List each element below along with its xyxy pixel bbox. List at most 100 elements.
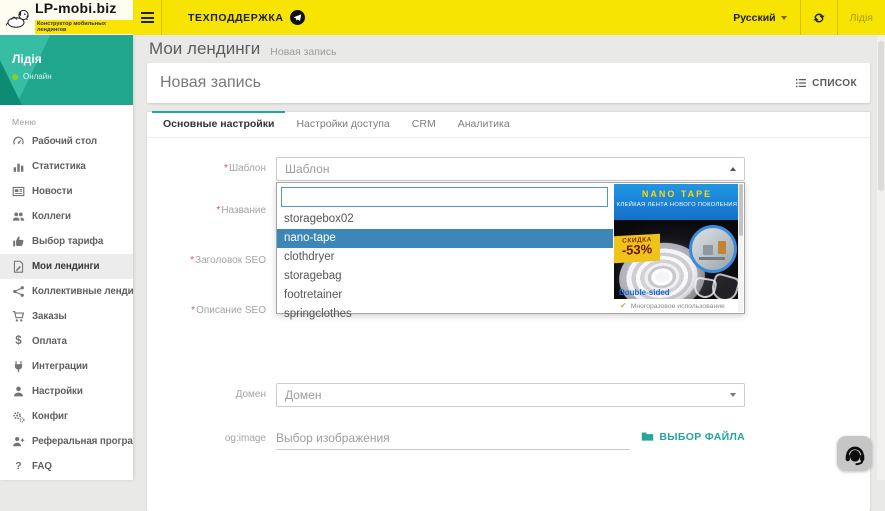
list-button[interactable]: СПИСОК: [795, 77, 857, 89]
sidebar-item-label: Рабочий стол: [32, 136, 97, 147]
sidebar-item-label: Реферальная программа: [32, 436, 133, 447]
template-dropdown: storagebox02nano-tapeclothdryerstorageba…: [276, 182, 745, 314]
cart-icon: [12, 310, 25, 323]
dropdown-option[interactable]: springclothes: [277, 305, 613, 324]
sidebar-item-интеграции[interactable]: Интеграции: [0, 354, 133, 379]
dropdown-scrollbar[interactable]: [738, 184, 743, 312]
sidebar-item-label: Оплата: [32, 336, 67, 347]
sidebar-item-конфиг[interactable]: Конфиг: [0, 404, 133, 429]
tab-bar: Основные настройкиНастройки доступаCRMАн…: [147, 111, 870, 138]
support-chat-button[interactable]: [837, 436, 872, 471]
sidebar-item-label: Выбор тарифа: [32, 236, 103, 247]
dropdown-option[interactable]: nano-tape: [277, 229, 613, 248]
preview-title: NANO TAPE: [614, 184, 740, 199]
page-title: Новая запись: [160, 74, 261, 92]
sidebar-item-label: Статистика: [32, 161, 86, 172]
choose-file-button[interactable]: ВЫБОР ФАЙЛА: [641, 430, 745, 443]
template-select[interactable]: Шаблон: [276, 157, 745, 181]
sidebar: Лідія Онлайн Меню Рабочий столСтатистика…: [0, 35, 133, 480]
sidebar-item-faq[interactable]: ? FAQ: [0, 454, 133, 479]
user-plus-icon: [12, 435, 25, 448]
preview-feature-row: ✔ Многоразовое использование: [614, 299, 740, 313]
page-header-card: Новая запись СПИСОК: [147, 63, 870, 103]
brand-tagline: Конструктор мобильных лендингов: [35, 20, 133, 34]
question-icon: ?: [12, 460, 25, 473]
domain-field-label: Домен: [147, 383, 276, 407]
sidebar-item-статистика[interactable]: Статистика: [0, 154, 133, 179]
profile-card: Лідія Онлайн: [0, 35, 133, 105]
share-icon: [12, 285, 25, 298]
tab-основные-настройки[interactable]: Основные настройки: [152, 112, 285, 137]
preview-feature-text: Многоразовое использование: [631, 303, 725, 310]
template-preview-thumbnail: NANO TAPE КЛЕЙКАЯ ЛЕНТА НОВОГО ПОКОЛЕНИЯ…: [614, 184, 740, 313]
support-label: ТЕХПОДДЕРЖКА: [188, 12, 284, 24]
sidebar-item-выбор-тарифа[interactable]: Выбор тарифа: [0, 229, 133, 254]
dropdown-option[interactable]: storagebox02: [277, 210, 613, 229]
brand-name: LP-mobi.biz: [35, 0, 117, 16]
folder-icon: [641, 430, 654, 443]
news-icon: [12, 185, 25, 198]
sidebar-item-коллеги[interactable]: Коллеги: [0, 204, 133, 229]
colleagues-icon: [12, 210, 25, 223]
headset-icon: [843, 442, 867, 466]
sidebar-item-label: Коллеги: [32, 211, 71, 222]
sidebar-item-новости[interactable]: Новости: [0, 179, 133, 204]
sidebar-item-коллективные-лендинги[interactable]: Коллективные лендинги: [0, 279, 133, 304]
preview-inset-photo: [689, 225, 737, 273]
og-image-input[interactable]: [276, 427, 630, 449]
sidebar-item-label: FAQ: [32, 461, 52, 472]
user-menu[interactable]: Лідія: [838, 0, 885, 35]
discount-badge: СКИДКА -53%: [614, 234, 660, 263]
scrollbar-thumb[interactable]: [878, 41, 884, 191]
template-search-input[interactable]: [281, 187, 608, 207]
chevron-down-icon: [781, 16, 787, 20]
sidebar-item-настройки[interactable]: Настройки: [0, 379, 133, 404]
sidebar-item-label: Заказы: [32, 311, 67, 322]
support-link[interactable]: ТЕХПОДДЕРЖКА: [188, 0, 305, 35]
sidebar-item-оплата[interactable]: $ Оплата: [0, 329, 133, 354]
form: *Шаблон Шаблон storagebox02nano-tapeclot…: [147, 138, 870, 451]
breadcrumb-section: Мои лендинги: [149, 39, 260, 59]
plug-icon: [12, 360, 25, 373]
dropdown-option[interactable]: storagebag: [277, 267, 613, 286]
language-select[interactable]: Русский: [720, 0, 799, 35]
app-logo[interactable]: LP-mobi.biz Конструктор мобильных лендин…: [0, 0, 133, 35]
sidebar-item-заказы[interactable]: Заказы: [0, 304, 133, 329]
refresh-icon: [813, 12, 825, 24]
sidebar-menu: Рабочий стол Статистика Новости Коллеги Выбо…: [0, 129, 133, 479]
sidebar-item-реферальная-программа[interactable]: Реферальная программа: [0, 429, 133, 454]
breadcrumb: Мои лендинги Новая запись: [133, 35, 875, 63]
tab-аналитика[interactable]: Аналитика: [447, 112, 521, 137]
dollar-icon: $: [12, 335, 25, 348]
tab-настройки-доступа[interactable]: Настройки доступа: [285, 112, 400, 137]
dog-mascot-icon: [5, 7, 31, 29]
dropdown-option[interactable]: clothdryer: [277, 248, 613, 267]
seo-description-field-label: *Описание SEO: [147, 299, 276, 323]
window-scrollbar[interactable]: [877, 35, 885, 480]
sidebar-item-label: Настройки: [32, 386, 83, 397]
user-icon: [12, 385, 25, 398]
sidebar-item-label: Конфиг: [32, 411, 68, 422]
telegram-icon: [290, 10, 305, 25]
caret-up-icon: [730, 167, 736, 171]
menu-toggle-icon[interactable]: [133, 0, 161, 35]
domain-select[interactable]: Домен: [276, 383, 745, 407]
sidebar-item-label: Мои лендинги: [32, 261, 99, 272]
seo-title-field-label: *Заголовок SEO: [147, 249, 276, 273]
refresh-button[interactable]: [801, 0, 837, 35]
edit-panel: Основные настройкиНастройки доступаCRMАн…: [147, 111, 870, 511]
gears-icon: [12, 410, 25, 423]
dropdown-option[interactable]: footretainer: [277, 286, 613, 305]
thumb-up-icon: [12, 235, 25, 248]
sidebar-item-рабочий-стол[interactable]: Рабочий стол: [0, 129, 133, 154]
stats-icon: [12, 160, 25, 173]
template-field-label: *Шаблон: [147, 157, 276, 181]
check-icon: ✔: [620, 299, 627, 313]
tab-crm[interactable]: CRM: [401, 112, 447, 137]
preview-subtitle: КЛЕЙКАЯ ЛЕНТА НОВОГО ПОКОЛЕНИЯ: [614, 202, 740, 208]
preview-product-image: СКИДКА -53% Double-sided: [614, 220, 740, 299]
sidebar-item-label: Интеграции: [32, 361, 88, 372]
name-field-label: *Название: [147, 199, 276, 223]
sidebar-item-мои-лендинги[interactable]: Мои лендинги: [0, 254, 133, 279]
profile-name: Лідія: [12, 52, 42, 66]
